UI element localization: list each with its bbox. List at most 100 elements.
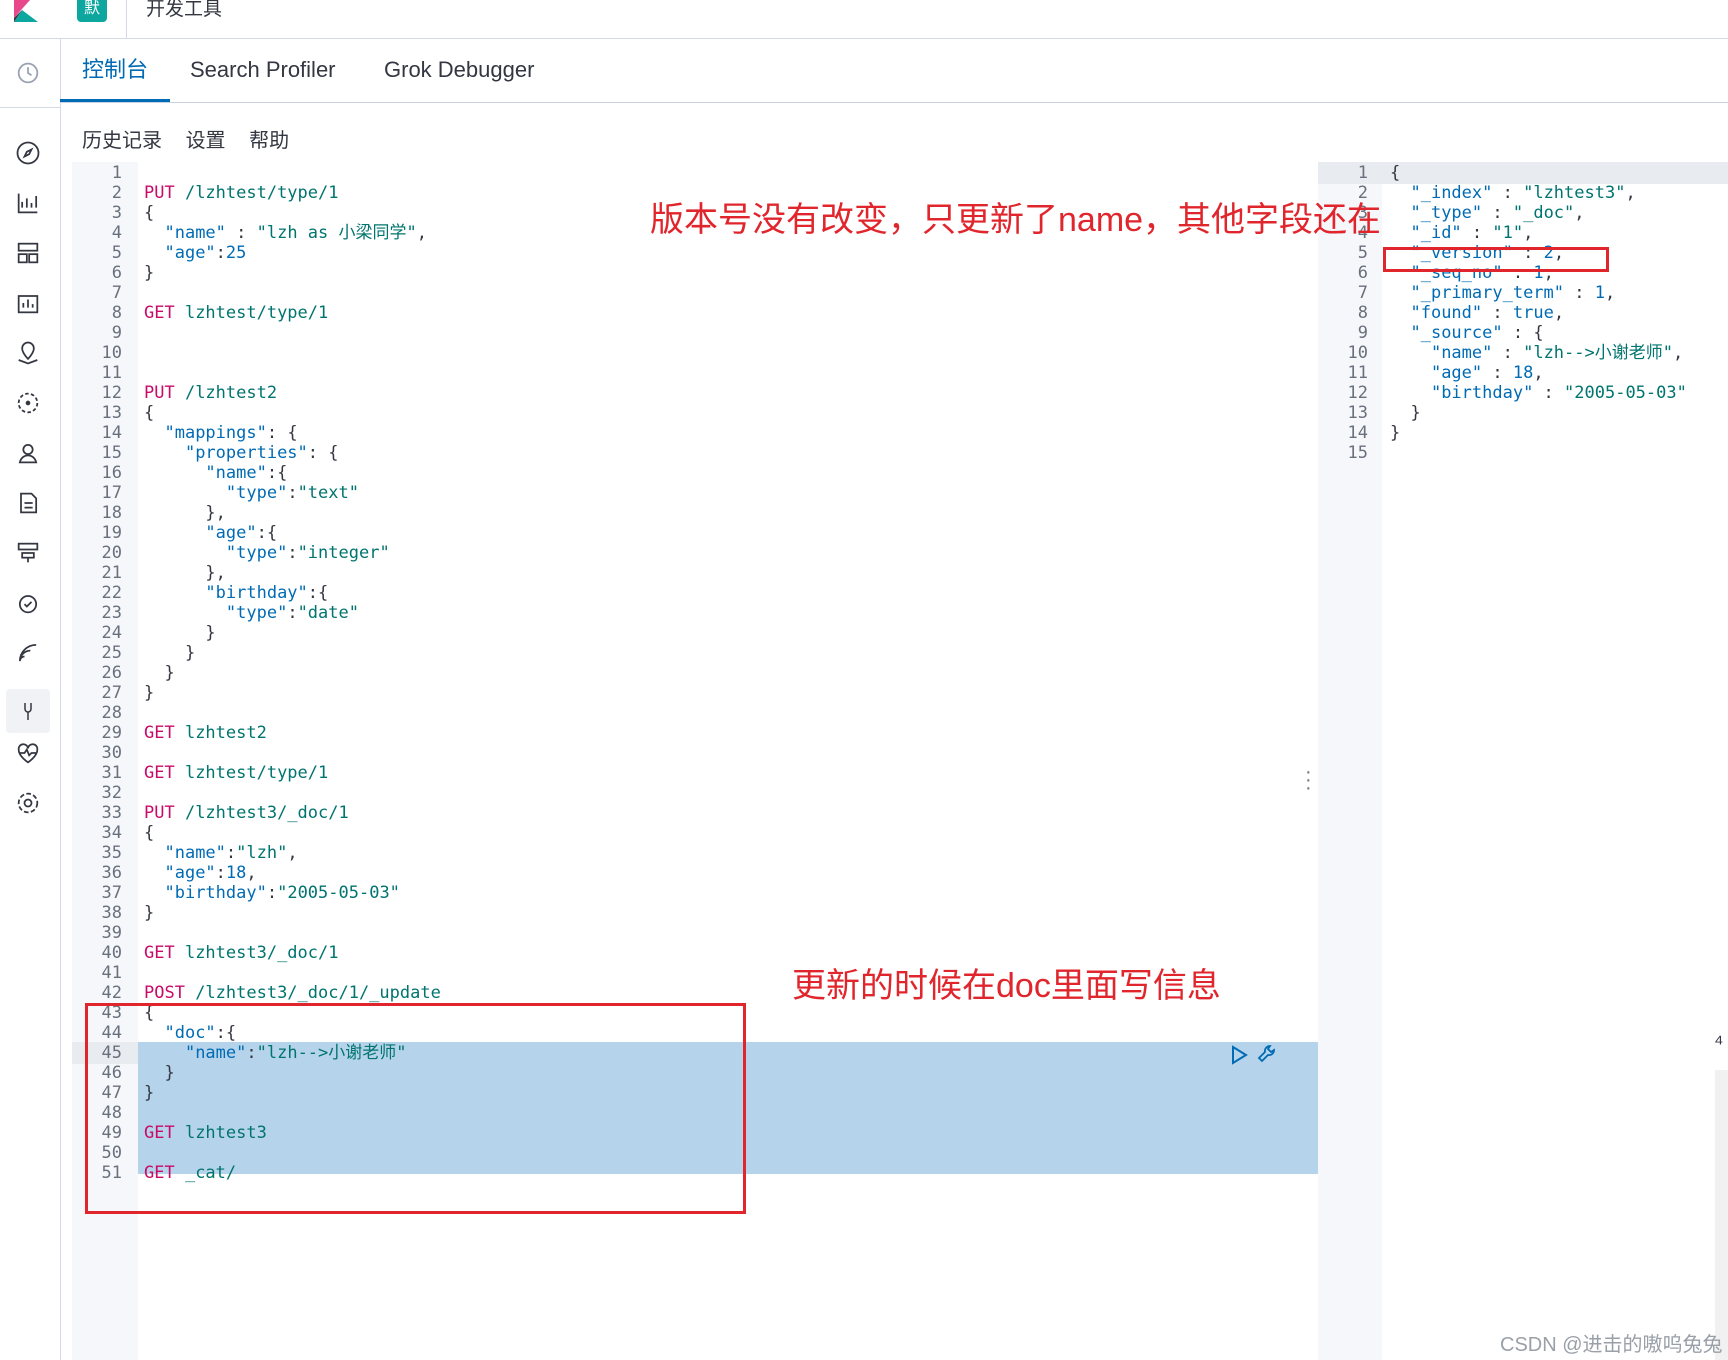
response-line-number: 5 [1357,243,1368,263]
tab-search-profiler[interactable]: Search Profiler [168,39,358,102]
vertical-scrollbar[interactable] [1715,1070,1728,1360]
request-line: 33 PUT /lzhtest3/_doc/1 [72,802,1297,824]
response-line-number: 1 [1357,163,1368,183]
settings-icon[interactable] [14,789,42,817]
request-line-text: "name":{ [205,463,288,483]
response-line-text: "birthday" : "2005-05-03" [1430,383,1687,403]
request-line: 24 } [72,622,1297,644]
request-line-text: }, [144,503,226,523]
request-line-text: "birthday":{ [205,583,329,603]
request-line-number: 36 [101,863,122,883]
visualize-icon[interactable] [14,189,42,217]
watermark: CSDN @进击的嗷呜兔兔 [1500,1334,1723,1356]
apm-icon[interactable] [14,639,42,667]
request-line-number: 4 [111,223,122,243]
request-line: 21 }, [72,562,1297,584]
compass-icon[interactable] [14,139,42,167]
request-line-number: 42 [101,983,122,1003]
play-icon[interactable] [1228,1044,1250,1066]
request-line-number: 3 [111,203,122,223]
logs-icon[interactable] [14,489,42,517]
dashboard-icon[interactable] [14,239,42,267]
response-line-number: 7 [1357,283,1368,303]
response-line-text: } [1390,423,1401,443]
request-line-number: 31 [101,763,122,783]
request-line-number: 13 [101,403,122,423]
request-line: 16 "name":{ [72,462,1297,484]
request-line: 11 [72,362,1297,384]
request-line-number: 34 [101,823,122,843]
dev-tools-nav-item[interactable] [6,689,50,733]
canvas-icon[interactable] [14,289,42,317]
request-line-number: 35 [101,843,122,863]
space-badge[interactable]: 默 [77,0,107,22]
request-line-number: 12 [101,383,122,403]
request-line-number: 16 [101,463,122,483]
request-line-text: "mappings": { [164,423,298,443]
request-line-number: 28 [101,703,122,723]
request-line-number: 14 [101,423,122,443]
header-divider [126,0,127,38]
request-line-text: PUT /lzhtest3/_doc/1 [144,803,349,823]
request-line-text: GET lzhtest3/_doc/1 [144,943,339,963]
request-line: 15 "properties": { [72,442,1297,464]
request-line-number: 39 [101,923,122,943]
request-line-text: "age":{ [205,523,278,543]
request-line-number: 30 [101,743,122,763]
request-line-text: } [144,643,196,663]
resize-handle[interactable]: · · · [1305,762,1312,798]
response-line: 11 "age" : 18, [1318,362,1728,384]
tab-grok-debugger[interactable]: Grok Debugger [362,39,556,102]
request-line: 31 GET lzhtest/type/1 [72,762,1297,784]
request-line-number: 27 [101,683,122,703]
kibana-logo-icon[interactable] [14,0,42,22]
request-line: 20 "type":"integer" [72,542,1297,564]
request-line-text: GET lzhtest/type/1 [144,303,329,323]
request-line-number: 22 [101,583,122,603]
dev-tools-icon [24,703,32,720]
help-link[interactable]: 帮助 [249,130,289,152]
maps-icon[interactable] [14,339,42,367]
request-line-number: 11 [101,363,122,383]
request-line-number: 38 [101,903,122,923]
graph-icon[interactable] [14,439,42,467]
monitoring-icon[interactable] [14,739,42,767]
request-line-text: } [144,663,175,683]
request-line-number: 26 [101,663,122,683]
response-line: 7 "_primary_term" : 1, [1318,282,1728,304]
response-line: 12 "birthday" : "2005-05-03" [1318,382,1728,404]
nav-recent[interactable] [0,39,60,108]
request-line: 30 [72,742,1297,764]
request-line: 9 [72,322,1297,344]
request-line-number: 15 [101,443,122,463]
wrench-icon[interactable] [1256,1042,1280,1066]
infra-icon[interactable] [14,539,42,567]
request-line: 17 "type":"text" [72,482,1297,504]
tab-console[interactable]: 控制台 [60,39,171,102]
request-line-text: "type":"integer" [225,543,390,563]
request-line-number: 9 [111,323,122,343]
request-line-text: "age":18, [164,863,257,883]
request-line-text: "age":25 [164,243,247,263]
settings-link[interactable]: 设置 [186,130,226,152]
history-link[interactable]: 历史记录 [82,130,162,152]
response-line-text: "_index" : "lzhtest3", [1410,183,1636,203]
request-line: 6} [72,262,1297,284]
ml-icon[interactable] [14,389,42,417]
request-line-text: { [144,403,155,423]
clock-icon[interactable] [14,59,42,87]
uptime-icon[interactable] [14,589,42,617]
request-line-number: 7 [111,283,122,303]
request-line: 35 "name":"lzh", [72,842,1297,864]
request-line: 32 [72,782,1297,804]
response-line: 8 "found" : true, [1318,302,1728,324]
request-line-text: GET lzhtest/type/1 [144,763,329,783]
annotation-bottom: 更新的时候在doc里面写信息 [792,967,1221,1005]
response-line-text: "_primary_term" : 1, [1410,283,1616,303]
request-line: 39 [72,922,1297,944]
response-line: 15 [1318,442,1728,464]
edge-icon: ⁴ [1714,1030,1724,1055]
request-line-number: 5 [111,243,122,263]
request-line: 5 "age":25 [72,242,1297,264]
request-line-text: "name":"lzh", [164,843,298,863]
